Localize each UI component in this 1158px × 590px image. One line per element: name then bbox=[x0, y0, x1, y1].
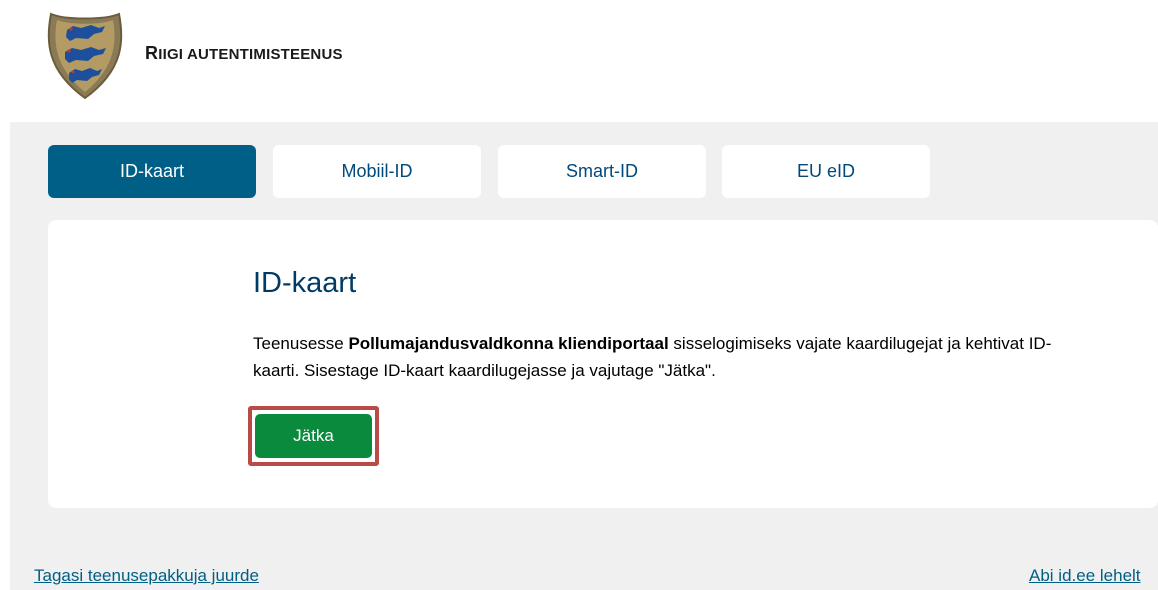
help-link[interactable]: Abi id.ee lehelt bbox=[1029, 566, 1141, 586]
main-area: ID-kaart Mobiil-ID Smart-ID EU eID ID-ka… bbox=[10, 122, 1158, 590]
tab-mobiil-id[interactable]: Mobiil-ID bbox=[273, 145, 481, 198]
instructions-text: Teenusesse Pollumajandusvaldkonna kliend… bbox=[253, 334, 1052, 380]
brand-title: RIIGI AUTENTIMISTEENUS bbox=[145, 43, 343, 63]
back-to-provider-link[interactable]: Tagasi teenusepakkuja juurde bbox=[34, 566, 259, 586]
continue-button[interactable]: Jätka bbox=[255, 414, 372, 458]
service-name: Pollumajandusvaldkonna kliendiportaal bbox=[348, 334, 669, 353]
tab-smart-id[interactable]: Smart-ID bbox=[498, 145, 706, 198]
continue-button-highlight: Jätka bbox=[248, 406, 379, 466]
tab-id-kaart[interactable]: ID-kaart bbox=[48, 145, 256, 198]
tab-eu-eid[interactable]: EU eID bbox=[722, 145, 930, 198]
page-header: RIIGI AUTENTIMISTEENUS bbox=[0, 0, 1158, 122]
page-title: ID-kaart bbox=[253, 267, 357, 299]
estonian-coat-of-arms-icon bbox=[47, 12, 123, 100]
auth-card: ID-kaart Teenusesse Pollumajandusvaldkon… bbox=[48, 220, 1158, 508]
